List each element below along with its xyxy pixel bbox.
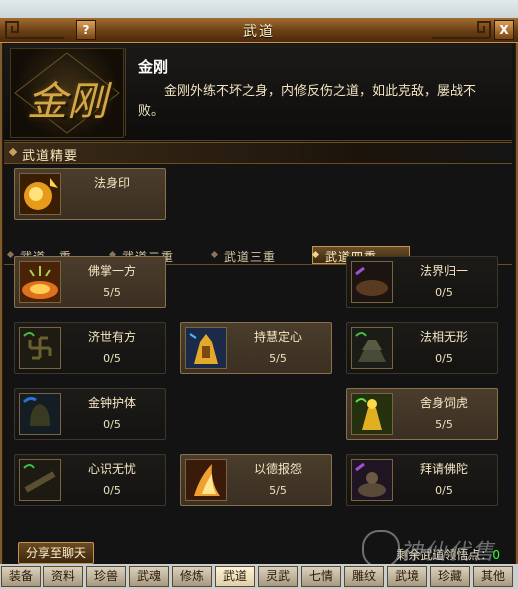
- bottom-tab-spirit-weapon[interactable]: 灵武: [258, 566, 298, 587]
- skill-card-fajie-guiyi[interactable]: 法界归一 0/5: [346, 256, 498, 308]
- bottom-tab-martial-path[interactable]: 武道: [215, 566, 255, 587]
- bottom-tab-pets[interactable]: 珍兽: [86, 566, 126, 587]
- desktop-background: [0, 0, 518, 20]
- skill-level: 0/5: [103, 418, 121, 431]
- section-header: 武道精要: [4, 142, 512, 164]
- skill-level: 0/5: [435, 286, 453, 299]
- skill-card-baiqing-fotuo[interactable]: 拜请佛陀 0/5: [346, 454, 498, 506]
- essence-skill-name: 法身印: [93, 176, 130, 190]
- close-button[interactable]: X: [494, 20, 514, 40]
- martial-path-window: ? 武道 X 金刚 金刚 金刚外练不坏之身，内修反伤之道，如此克敌，屡战不败。 …: [0, 18, 518, 567]
- diamond-bullet-icon: [6, 250, 15, 259]
- share-to-chat-button[interactable]: 分享至聊天: [18, 542, 94, 564]
- skill-name: 法相无形: [419, 330, 468, 344]
- watermark: 神仙代售: [360, 528, 510, 568]
- skill-card-chihui-dingxin[interactable]: 持慧定心 5/5: [180, 322, 332, 374]
- bottom-tab-cultivation[interactable]: 修炼: [172, 566, 212, 587]
- skill-level: 0/5: [103, 352, 121, 365]
- skill-level: 5/5: [269, 352, 287, 365]
- skill-level: 0/5: [103, 484, 121, 497]
- realm-icon: [351, 261, 393, 303]
- bottom-tab-other[interactable]: 其他: [473, 566, 513, 587]
- bell-icon: [19, 393, 61, 435]
- skill-card-sheshen-sihu[interactable]: 舍身饲虎 5/5: [346, 388, 498, 440]
- tab-tier-3[interactable]: 武道三重: [210, 247, 308, 264]
- skill-card-faxiang-wuxing[interactable]: 法相无形 0/5: [346, 322, 498, 374]
- title-bar[interactable]: ? 武道 X: [0, 18, 518, 43]
- flame-icon: [185, 459, 227, 501]
- skill-level: 5/5: [103, 286, 121, 299]
- skill-name: 心识无忧: [87, 462, 136, 476]
- pagoda-icon: [351, 327, 393, 369]
- golden-figure-icon: [351, 393, 393, 435]
- bottom-tab-equipment[interactable]: 装备: [1, 566, 41, 587]
- skill-name: 舍身饲虎: [419, 396, 468, 410]
- skill-name: 法界归一: [419, 264, 468, 278]
- essence-skill-card[interactable]: 法身印: [14, 168, 166, 220]
- watermark-logo-icon: [362, 530, 400, 568]
- skill-name: 佛掌一方: [87, 264, 136, 278]
- mind-icon: [19, 459, 61, 501]
- skill-name: 以德报怨: [253, 462, 302, 476]
- skill-name: 金钟护体: [87, 396, 136, 410]
- header-divider: [125, 48, 126, 136]
- corner-ornament-icon: [432, 21, 491, 39]
- skill-name: 持慧定心: [253, 330, 302, 344]
- bottom-tab-engraving[interactable]: 雕纹: [344, 566, 384, 587]
- skill-card-yide-baoyuan[interactable]: 以德报怨 5/5: [180, 454, 332, 506]
- selected-skill-name: 金刚: [138, 58, 169, 76]
- watermark-text: 神仙代售: [400, 540, 497, 565]
- skill-name: 济世有方: [87, 330, 136, 344]
- bottom-tab-collection[interactable]: 珍藏: [430, 566, 470, 587]
- golden-seal-icon: [19, 173, 61, 215]
- golden-statue-icon: [185, 327, 227, 369]
- skill-name: 拜请佛陀: [419, 462, 468, 476]
- skill-level: 5/5: [435, 418, 453, 431]
- bottom-tab-bar: 装备 资料 珍兽 武魂 修炼 武道 灵武 七情 雕纹 武境 珍藏 其他: [0, 564, 518, 589]
- bottom-tab-profile[interactable]: 资料: [43, 566, 83, 587]
- diamond-bullet-icon: [210, 250, 219, 259]
- skill-level: 0/5: [435, 484, 453, 497]
- swastika-icon: [19, 327, 61, 369]
- diamond-bullet-icon: [8, 147, 18, 157]
- skill-level: 0/5: [435, 352, 453, 365]
- selected-skill-description: 金刚外练不坏之身，内修反伤之道，如此克敌，屡战不败。: [138, 84, 477, 119]
- skill-card-jinzhong-huti[interactable]: 金钟护体 0/5: [14, 388, 166, 440]
- tab-label: 武道三重: [224, 250, 277, 264]
- skill-emblem: 金刚: [10, 48, 124, 138]
- bottom-tab-seven-emotions[interactable]: 七情: [301, 566, 341, 587]
- skill-header: 金刚 金刚 金刚外练不坏之身，内修反伤之道，如此克敌，屡战不败。: [4, 44, 512, 141]
- emblem-calligraphy: 金刚: [27, 79, 107, 125]
- bottom-tab-martial-soul[interactable]: 武魂: [129, 566, 169, 587]
- bottom-tab-martial-realm[interactable]: 武境: [387, 566, 427, 587]
- buddha-icon: [351, 459, 393, 501]
- skill-card-jishi-youfang[interactable]: 济世有方 0/5: [14, 322, 166, 374]
- section-title: 武道精要: [22, 149, 79, 164]
- skill-level: 5/5: [269, 484, 287, 497]
- diamond-bullet-icon: [311, 250, 320, 259]
- skill-card-fozhang-yifang[interactable]: 佛掌一方 5/5: [14, 256, 166, 308]
- skill-card-xinshi-wuyou[interactable]: 心识无忧 0/5: [14, 454, 166, 506]
- palm-icon: [19, 261, 61, 303]
